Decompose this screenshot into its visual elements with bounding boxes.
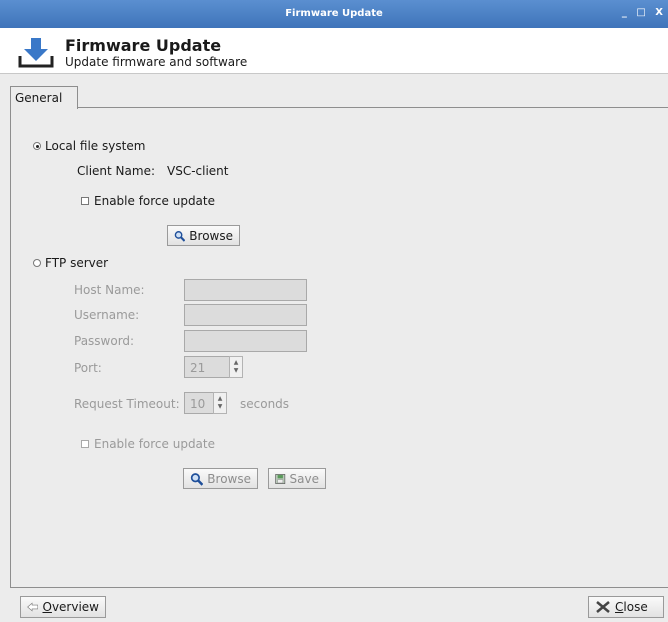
username-label: Username: — [74, 308, 140, 322]
ftp-force-update-label[interactable]: Enable force update — [94, 437, 215, 451]
username-input[interactable] — [184, 304, 307, 326]
host-name-input[interactable] — [184, 279, 307, 301]
ftp-force-update-checkbox[interactable] — [81, 440, 89, 448]
password-label: Password: — [74, 334, 135, 348]
header-title: Firmware Update — [65, 36, 222, 55]
request-timeout-label: Request Timeout: — [74, 397, 180, 411]
save-icon — [275, 473, 286, 484]
magnifier-icon — [190, 472, 204, 486]
title-bar: Firmware Update _ □ X — [0, 0, 668, 28]
request-timeout-spinbox[interactable]: 10 — [184, 392, 214, 414]
close-icon — [596, 601, 610, 613]
close-button[interactable]: Close — [588, 596, 664, 618]
local-force-update-checkbox[interactable] — [81, 197, 89, 205]
general-panel — [10, 108, 668, 588]
ftp-browse-label: Browse — [207, 471, 251, 486]
window-controls[interactable]: _ □ X — [622, 7, 666, 18]
tab-strip: General — [10, 86, 668, 109]
request-timeout-spin-arrows[interactable]: ▲ ▼ — [213, 392, 227, 414]
port-spinbox[interactable]: 21 — [184, 356, 230, 378]
magnifier-icon — [174, 230, 186, 242]
header-subtitle: Update firmware and software — [65, 55, 248, 69]
ftp-save-label: Save — [289, 471, 319, 486]
ftp-browse-button[interactable]: Browse — [183, 468, 258, 489]
overview-label: Overview — [42, 600, 99, 614]
port-label: Port: — [74, 361, 102, 375]
host-name-label: Host Name: — [74, 283, 145, 297]
dialog-header: Firmware Update Update firmware and soft… — [0, 28, 668, 74]
local-file-system-label[interactable]: Local file system — [45, 139, 145, 153]
local-force-update-label[interactable]: Enable force update — [94, 194, 215, 208]
download-icon — [18, 38, 54, 68]
ftp-save-button[interactable]: Save — [268, 468, 326, 489]
port-spin-arrows[interactable]: ▲ ▼ — [229, 356, 243, 378]
ftp-server-radio[interactable] — [33, 259, 41, 267]
back-arrow-icon — [27, 602, 39, 612]
tab-general[interactable]: General — [10, 86, 78, 109]
local-file-system-radio[interactable] — [33, 142, 41, 150]
window-title: Firmware Update — [285, 8, 383, 19]
timeout-unit-label: seconds — [240, 397, 290, 411]
close-label: Close — [615, 600, 648, 614]
overview-button[interactable]: Overview — [20, 596, 106, 618]
local-browse-label: Browse — [189, 228, 233, 243]
client-name-value: VSC-client — [167, 164, 229, 178]
password-input[interactable] — [184, 330, 307, 352]
ftp-server-label[interactable]: FTP server — [45, 256, 108, 270]
local-browse-button[interactable]: Browse — [167, 225, 240, 246]
client-name-label: Client Name: — [77, 164, 155, 178]
